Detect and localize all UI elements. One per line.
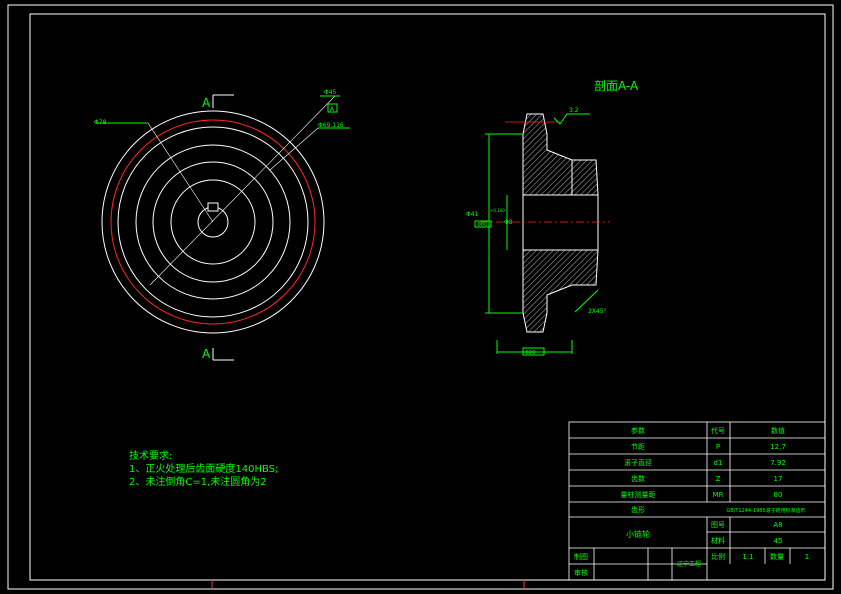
tech-title: 技术要求: bbox=[129, 449, 172, 462]
section-mark-bottom: A bbox=[202, 347, 211, 361]
tb-row-name: 量柱测量距 bbox=[621, 490, 656, 499]
tb-label-check: 审核 bbox=[574, 568, 588, 577]
title-block-text: 参数 代号 数值 节距 P 12.7 滚子直径 d1 7.92 齿数 Z 17 … bbox=[574, 426, 809, 577]
tb-material: 45 bbox=[774, 537, 783, 545]
inner-border bbox=[29, 13, 826, 581]
dim-bore: Φ41 bbox=[466, 211, 479, 218]
tb-label-draw: 制图 bbox=[574, 552, 588, 561]
tb-row-code: d1 bbox=[714, 459, 723, 467]
dim-key: Φ8 bbox=[504, 219, 513, 226]
roughness-symbol bbox=[553, 113, 590, 125]
tb-part-name: 小链轮 bbox=[626, 529, 650, 539]
dim-outer: Φ78 bbox=[94, 119, 107, 126]
bore-box: Φ80 bbox=[477, 222, 487, 228]
tb-row-value: 7.92 bbox=[770, 459, 786, 467]
tb-row-code: GB/T1244-1985滚子链用标准齿形 bbox=[726, 507, 805, 514]
tb-value-header: 数值 bbox=[771, 426, 785, 435]
dim-width: Φ20 bbox=[525, 350, 535, 356]
tech-requirements: 技术要求: 1、正火处理后齿面硬度140HBS; 2、未注倒角C=1,未注圆角为… bbox=[129, 449, 278, 488]
tb-code-header: 代号 bbox=[711, 426, 725, 435]
section-view: 剖面A-A Φ41 +0.100 Φ80 Φ8 3.2 2X45° Φ20 bbox=[466, 79, 639, 356]
drawing-sheet: Φ78 Φ45 A Φ69.116 A A 剖面A-A Φ41 +0.100 Φ… bbox=[7, 4, 834, 590]
dim-bore-tol: +0.100 bbox=[490, 208, 505, 213]
tb-param-header: 参数 bbox=[631, 426, 645, 435]
chamfer: 2X45° bbox=[588, 308, 607, 315]
tb-row-name: 齿形 bbox=[631, 506, 645, 514]
dim-hub: Φ45 bbox=[324, 89, 337, 96]
tech-line-1: 1、正火处理后齿面硬度140HBS; bbox=[129, 462, 278, 475]
roughness: 3.2 bbox=[569, 107, 579, 114]
tb-label-material: 材料 bbox=[711, 536, 725, 545]
leader-outer-diag bbox=[147, 122, 214, 223]
tb-row-code: Z bbox=[716, 475, 721, 483]
tb-qty: 1 bbox=[805, 553, 809, 561]
section-mark-top: A bbox=[202, 96, 211, 110]
title-block bbox=[568, 421, 826, 581]
tb-drawing-no: A8 bbox=[773, 521, 782, 529]
tb-row-value: 12.7 bbox=[770, 443, 786, 451]
keyway bbox=[207, 202, 219, 212]
section-lower bbox=[522, 249, 599, 333]
leader-pitch-diag bbox=[269, 127, 319, 171]
tech-line-2: 2、未注倒角C=1,未注圆角为2 bbox=[129, 475, 267, 488]
tb-scale: 1:1 bbox=[742, 553, 753, 561]
tb-row-name: 齿数 bbox=[631, 474, 645, 483]
section-upper bbox=[522, 113, 599, 196]
section-title: 剖面A-A bbox=[594, 79, 639, 93]
tb-label-school: 辽宁工程 bbox=[677, 560, 701, 568]
tb-row-value: 80 bbox=[774, 491, 783, 499]
tb-row-code: MR bbox=[713, 491, 724, 499]
tb-label-scale: 比例 bbox=[711, 552, 725, 561]
dim-pitch: Φ69.116 bbox=[318, 122, 344, 129]
tb-row-name: 滚子直径 bbox=[624, 458, 652, 467]
tb-label-qty: 数量 bbox=[770, 552, 784, 561]
tb-row-value: 17 bbox=[774, 475, 783, 483]
tb-label-drawing-no: 图号 bbox=[711, 521, 725, 529]
tb-row-code: P bbox=[716, 443, 720, 451]
bore-area bbox=[522, 194, 599, 251]
tb-row-name: 节距 bbox=[631, 443, 645, 451]
front-view: Φ78 Φ45 A Φ69.116 A A bbox=[94, 89, 350, 361]
